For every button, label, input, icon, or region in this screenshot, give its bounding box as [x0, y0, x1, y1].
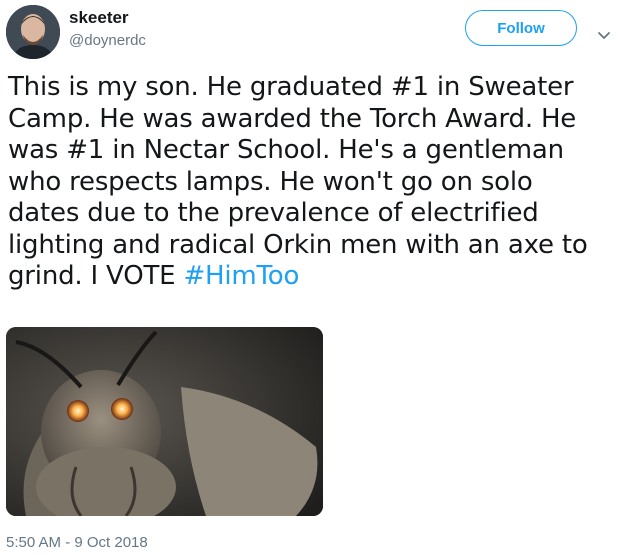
tweet-media[interactable]: [6, 327, 323, 516]
user-avatar: [6, 5, 60, 59]
tweet-line: lighting and radical Orkin men with an a…: [8, 229, 588, 260]
tweet-line: Camp. He was awarded the Torch Award. He: [8, 103, 577, 134]
tweet-line-text: grind. I VOTE: [8, 261, 184, 291]
chevron-down-icon[interactable]: [597, 26, 611, 39]
tweet-line: dates due to the prevalence of electrifi…: [8, 198, 539, 228]
tweet-line: who respects lamps. He won't go on solo: [8, 166, 533, 197]
tweet-timestamp[interactable]: 5:50 AM - 9 Oct 2018: [6, 534, 148, 551]
hashtag-link[interactable]: #HimToo: [183, 261, 299, 291]
follow-button[interactable]: Follow: [465, 10, 577, 46]
author-handle[interactable]: @doynerdc: [69, 32, 146, 49]
tweet-line-last: grind. I VOTE #HimToo: [8, 261, 616, 293]
moth-photo: [6, 327, 323, 516]
avatar[interactable]: [6, 5, 60, 59]
tweet-text: This is my son. He graduated #1 in Sweat…: [8, 72, 616, 293]
author-display-name[interactable]: skeeter: [69, 8, 129, 28]
tweet-line: This is my son. He graduated #1 in Sweat…: [8, 72, 574, 102]
tweet-line: was #1 in Nectar School. He's a gentlema…: [8, 135, 564, 165]
